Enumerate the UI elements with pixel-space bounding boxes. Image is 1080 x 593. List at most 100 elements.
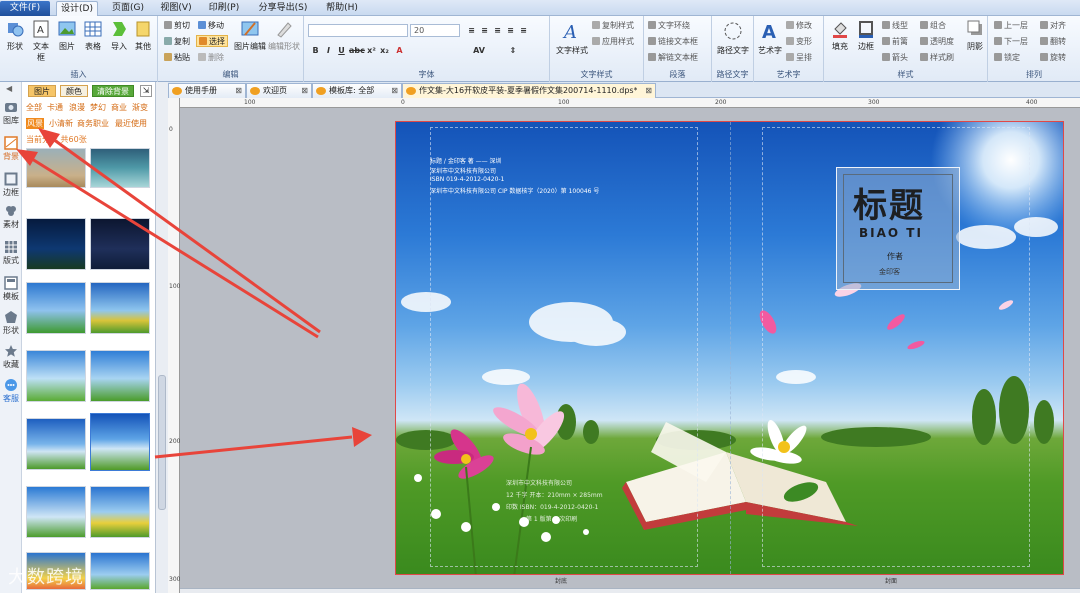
background-thumbnail[interactable] xyxy=(26,148,86,188)
align-center-button[interactable]: ≡ xyxy=(479,25,490,36)
category-cartoon[interactable]: 卡通 xyxy=(47,102,63,113)
flip-button[interactable]: 翻转 xyxy=(1040,36,1066,48)
tab-current-document[interactable]: 作文集-大16开软皮平装-夏季暑假作文集200714-1110.dps* ⊠ xyxy=(402,83,656,98)
cover-author[interactable]: 金印客 xyxy=(879,267,900,277)
bold-button[interactable]: B xyxy=(310,45,321,56)
background-thumbnail[interactable] xyxy=(26,282,86,334)
back-cover-line[interactable]: ISBN 019-4-2012-0420-1 xyxy=(430,176,504,183)
paste-button[interactable]: 粘贴 xyxy=(164,52,190,64)
category-fresh[interactable]: 小清新 xyxy=(49,118,73,129)
link-textbox-button[interactable]: 链接文本框 xyxy=(648,36,698,48)
tab-user-manual[interactable]: 使用手册 ⊠ xyxy=(168,83,246,98)
art-text-button[interactable]: A 艺术字 xyxy=(756,19,784,56)
background-thumbnail[interactable] xyxy=(26,218,86,270)
menu-page[interactable]: 页面(G) xyxy=(108,1,148,16)
panel-splitter[interactable] xyxy=(156,82,168,593)
move-button[interactable]: 移动 xyxy=(198,20,224,32)
font-name-select[interactable] xyxy=(308,24,408,37)
background-thumbnail[interactable] xyxy=(26,350,86,402)
tab-template-library[interactable]: 模板库: 全部 ⊠ xyxy=(312,83,402,98)
send-backward-button[interactable]: 下一层 xyxy=(994,36,1028,48)
colophon-line[interactable]: 深圳市中文科技有限公司 xyxy=(506,478,572,487)
align-right-button[interactable]: ≡ xyxy=(492,25,503,36)
background-thumbnail[interactable] xyxy=(90,148,150,188)
expand-icon[interactable]: ⇲ xyxy=(140,85,152,97)
rail-layout[interactable]: 版式 xyxy=(0,238,22,272)
category-romance[interactable]: 浪漫 xyxy=(69,102,85,113)
char-spacing-button[interactable]: AV xyxy=(466,45,492,56)
italic-button[interactable]: I xyxy=(323,45,334,56)
canvas-area[interactable]: 标题 / 金印客 著 —— 深圳 深圳市中文科技有限公司 ISBN 019-4-… xyxy=(180,108,1080,593)
strike-button[interactable]: abc xyxy=(349,45,365,56)
image-button[interactable]: 图片 xyxy=(56,19,78,52)
align-button[interactable]: 对齐 xyxy=(1040,20,1066,32)
art-transform-button[interactable]: 变形 xyxy=(786,36,812,48)
background-thumbnail[interactable] xyxy=(26,418,86,470)
category-scenery[interactable]: 风景 xyxy=(26,118,44,129)
clear-background-button[interactable]: 清除背景 xyxy=(92,85,134,97)
background-thumbnail[interactable] xyxy=(90,218,150,270)
title-box[interactable]: 标题 BIAO TI 作者 金印客 xyxy=(836,167,960,290)
style-brush-button[interactable]: 样式刷 xyxy=(920,52,954,64)
book-cover-page[interactable]: 标题 / 金印客 著 —— 深圳 深圳市中文科技有限公司 ISBN 019-4-… xyxy=(395,121,1064,575)
background-thumbnail[interactable] xyxy=(90,552,150,590)
line-spacing-button[interactable]: ⇕ xyxy=(500,45,526,56)
art-arrange-button[interactable]: 呈排 xyxy=(786,52,812,64)
back-cover-line[interactable]: 标题 / 金印客 著 —— 深圳 xyxy=(430,156,502,165)
rail-background[interactable]: 背景 xyxy=(0,134,22,168)
library-tab-color[interactable]: 颜色 xyxy=(60,85,88,97)
menu-share-export[interactable]: 分享导出(S) xyxy=(252,1,314,16)
font-color-button[interactable]: A xyxy=(394,45,405,56)
superscript-button[interactable]: x² xyxy=(366,45,377,56)
horizontal-scrollbar[interactable] xyxy=(180,588,1080,593)
background-thumbnail[interactable] xyxy=(26,486,86,538)
menu-design[interactable]: 设计(D) xyxy=(56,1,98,16)
category-dream[interactable]: 梦幻 xyxy=(90,102,106,113)
background-thumbnail-selected[interactable] xyxy=(90,413,150,471)
distribute-button[interactable]: ≡ xyxy=(518,25,529,36)
close-icon[interactable]: ⊠ xyxy=(301,84,308,98)
rail-service[interactable]: 客服 xyxy=(0,376,22,410)
category-career[interactable]: 商务职业 xyxy=(77,118,109,129)
rail-favorites[interactable]: 收藏 xyxy=(0,342,22,376)
rail-border[interactable]: 边框 xyxy=(0,170,22,204)
menu-print[interactable]: 印刷(P) xyxy=(204,1,244,16)
lock-button[interactable]: 锁定 xyxy=(994,52,1020,64)
select-button[interactable]: 选择 xyxy=(196,35,228,47)
front-arrow-button[interactable]: 前篱 xyxy=(882,36,908,48)
justify-button[interactable]: ≡ xyxy=(505,25,516,36)
category-recent[interactable]: 最近使用 xyxy=(115,118,147,129)
copy-button[interactable]: 复制 xyxy=(164,36,190,48)
line-type-button[interactable]: 线型 xyxy=(882,20,908,32)
rotate-button[interactable]: 旋转 xyxy=(1040,52,1066,64)
colophon-line[interactable]: 12 千字 开本：210mm × 285mm xyxy=(506,490,603,499)
image-edit-button[interactable]: 图片编辑 xyxy=(234,19,266,52)
group-button[interactable]: 组合 xyxy=(920,20,946,32)
colophon-line[interactable]: 第 1 版第 1 次印刷 xyxy=(526,514,577,523)
path-text-button[interactable]: 路径文字 xyxy=(715,19,751,56)
cover-title[interactable]: 标题 xyxy=(853,178,925,227)
other-button[interactable]: 其他 xyxy=(132,19,154,52)
arrow-button[interactable]: 箭头 xyxy=(882,52,908,64)
category-gradient[interactable]: 渐变 xyxy=(132,102,148,113)
textbox-button[interactable]: A 文本框 xyxy=(30,19,52,63)
cut-button[interactable]: 剪切 xyxy=(164,20,190,32)
font-size-select[interactable]: 20 xyxy=(410,24,460,37)
colophon-line[interactable]: 印数 ISBN：019-4-2012-0420-1 xyxy=(506,502,598,511)
apply-style-button[interactable]: 应用样式 xyxy=(592,36,634,48)
import-button[interactable]: 导入 xyxy=(108,19,130,52)
background-thumbnail[interactable] xyxy=(90,282,150,334)
art-modify-button[interactable]: 修改 xyxy=(786,20,812,32)
align-left-button[interactable]: ≡ xyxy=(466,25,477,36)
rail-shape[interactable]: 形状 xyxy=(0,308,22,342)
rail-template[interactable]: 模板 xyxy=(0,274,22,308)
close-icon[interactable]: ⊠ xyxy=(391,84,398,98)
subscript-button[interactable]: x₂ xyxy=(379,45,390,56)
tab-welcome[interactable]: 欢迎页 ⊠ xyxy=(246,83,312,98)
unlink-textbox-button[interactable]: 解链文本框 xyxy=(648,52,698,64)
text-style-button[interactable]: A 文字样式 xyxy=(554,19,590,56)
back-cover-line[interactable]: 深圳市中文科技有限公司 CIP 数据核字（2020）第 100046 号 xyxy=(430,186,599,195)
category-business[interactable]: 商业 xyxy=(111,102,127,113)
delete-button[interactable]: 删除 xyxy=(198,52,224,64)
border-button[interactable]: 边框 xyxy=(854,19,878,52)
